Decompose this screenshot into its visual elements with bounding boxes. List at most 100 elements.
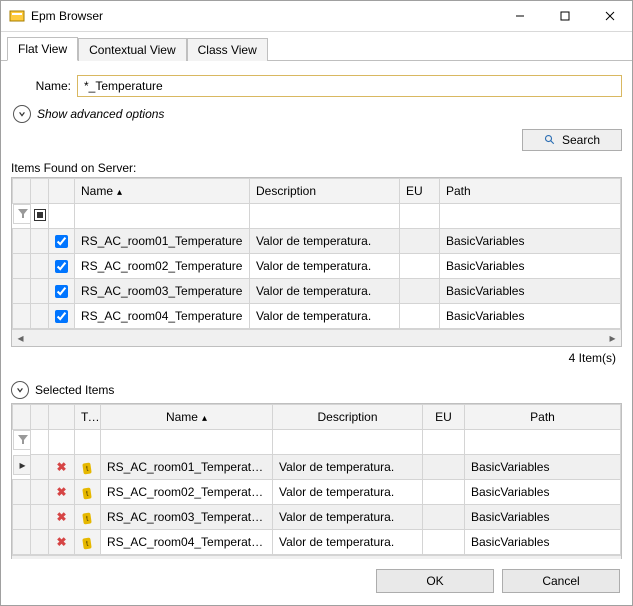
table-row[interactable]: RS_AC_room02_Temperature Valor de temper…	[13, 254, 621, 279]
type-icon: t	[83, 487, 93, 499]
cell-path: BasicVariables	[440, 254, 621, 279]
delete-icon[interactable]: ✖	[56, 535, 66, 549]
delete-icon[interactable]: ✖	[56, 460, 66, 474]
current-row-indicator: ▸	[13, 455, 33, 475]
name-row: Name:	[11, 75, 622, 97]
search-row: Search	[11, 129, 622, 151]
cell-eu	[400, 304, 440, 329]
cell-desc: Valor de temperatura.	[273, 455, 423, 480]
row-checkbox[interactable]	[55, 310, 68, 323]
row-checkbox[interactable]	[55, 260, 68, 273]
table-row[interactable]: RS_AC_room03_Temperature Valor de temper…	[13, 279, 621, 304]
column-header-eu[interactable]: EU	[400, 179, 440, 204]
tabstrip: Flat View Contextual View Class View	[1, 32, 632, 61]
column-header-description[interactable]: Description	[273, 405, 423, 430]
cell-name: RS_AC_room01_Temperature	[75, 229, 250, 254]
advanced-options-toggle[interactable]: Show advanced options	[13, 105, 622, 123]
cancel-button[interactable]: Cancel	[502, 569, 620, 593]
column-header-path[interactable]: Path	[465, 405, 621, 430]
grid-corner	[13, 179, 31, 204]
filter-icon[interactable]	[13, 204, 33, 224]
cell-eu	[423, 530, 465, 555]
cell-desc: Valor de temperatura.	[273, 505, 423, 530]
selected-items-label: Selected Items	[35, 383, 114, 397]
checkbox-header[interactable]	[31, 204, 49, 229]
cell-name: RS_AC_room04_Temperature	[75, 304, 250, 329]
search-button[interactable]: Search	[522, 129, 622, 151]
column-header-type[interactable]: Type	[75, 405, 101, 430]
scroll-left-icon[interactable]: ◂	[12, 330, 29, 346]
cell-name: RS_AC_room03_Temperature	[75, 279, 250, 304]
name-label: Name:	[11, 79, 71, 93]
column-header-path[interactable]: Path	[440, 179, 621, 204]
column-header-eu[interactable]: EU	[423, 405, 465, 430]
search-button-label: Search	[562, 133, 600, 147]
cell-path: BasicVariables	[465, 530, 621, 555]
type-icon: t	[83, 537, 93, 549]
filter-row	[13, 204, 621, 229]
grid-corner	[13, 405, 31, 430]
cell-eu	[400, 254, 440, 279]
table-row[interactable]: ✖ t RS_AC_room04_Temperature Valor de te…	[13, 530, 621, 555]
cell-name: RS_AC_room04_Temperature	[101, 530, 273, 555]
cell-desc: Valor de temperatura.	[250, 229, 400, 254]
grid-corner	[49, 179, 75, 204]
chevron-down-icon	[13, 105, 31, 123]
type-icon: t	[83, 512, 93, 524]
filter-icon[interactable]	[13, 430, 33, 450]
name-input[interactable]	[77, 75, 622, 97]
cell-path: BasicVariables	[440, 229, 621, 254]
cell-path: BasicVariables	[465, 505, 621, 530]
advanced-options-label: Show advanced options	[37, 107, 164, 121]
row-checkbox[interactable]	[55, 235, 68, 248]
cell-eu	[423, 455, 465, 480]
cell-eu	[423, 480, 465, 505]
items-found-label: Items Found on Server:	[11, 161, 622, 175]
cell-desc: Valor de temperatura.	[250, 279, 400, 304]
app-icon	[9, 8, 25, 24]
table-row[interactable]: ✖ t RS_AC_room03_Temperature Valor de te…	[13, 505, 621, 530]
ok-button[interactable]: OK	[376, 569, 494, 593]
chevron-down-icon	[11, 381, 29, 399]
close-button[interactable]	[587, 2, 632, 31]
row-checkbox[interactable]	[55, 285, 68, 298]
table-row[interactable]: ▸ ✖ t RS_AC_room01_Temperature Valor de …	[13, 455, 621, 480]
delete-icon[interactable]: ✖	[56, 485, 66, 499]
dialog-buttons: OK Cancel	[1, 559, 632, 605]
cell-eu	[400, 229, 440, 254]
content-area: Name: Show advanced options Search Items…	[1, 61, 632, 559]
column-header-name[interactable]: Name	[75, 179, 250, 204]
cell-name: RS_AC_room03_Temperature	[101, 505, 273, 530]
tab-contextual-view[interactable]: Contextual View	[78, 38, 187, 61]
cell-path: BasicVariables	[440, 279, 621, 304]
window-title: Epm Browser	[31, 9, 497, 23]
selected-items-grid[interactable]: Type Name Description EU Path	[12, 404, 621, 555]
horizontal-scrollbar[interactable]: ◂ ▸	[12, 329, 621, 346]
table-row[interactable]: RS_AC_room04_Temperature Valor de temper…	[13, 304, 621, 329]
grid-corner	[31, 405, 49, 430]
grid-corner	[31, 179, 49, 204]
cell-desc: Valor de temperatura.	[273, 480, 423, 505]
maximize-button[interactable]	[542, 2, 587, 31]
type-icon: t	[83, 462, 93, 474]
cell-path: BasicVariables	[465, 480, 621, 505]
table-row[interactable]: RS_AC_room01_Temperature Valor de temper…	[13, 229, 621, 254]
selected-items-toggle[interactable]: Selected Items	[11, 381, 622, 399]
delete-icon[interactable]: ✖	[56, 510, 66, 524]
filter-row	[13, 430, 621, 455]
items-found-count: 4 Item(s)	[11, 347, 622, 371]
tab-flat-view[interactable]: Flat View	[7, 37, 78, 61]
cell-name: RS_AC_room01_Temperature	[101, 455, 273, 480]
tab-class-view[interactable]: Class View	[187, 38, 268, 61]
column-header-name[interactable]: Name	[101, 405, 273, 430]
cell-desc: Valor de temperatura.	[273, 530, 423, 555]
cell-eu	[400, 279, 440, 304]
titlebar: Epm Browser	[1, 1, 632, 32]
minimize-button[interactable]	[497, 2, 542, 31]
scroll-right-icon[interactable]: ▸	[604, 330, 621, 346]
cell-path: BasicVariables	[440, 304, 621, 329]
column-header-description[interactable]: Description	[250, 179, 400, 204]
search-icon	[544, 134, 556, 146]
table-row[interactable]: ✖ t RS_AC_room02_Temperature Valor de te…	[13, 480, 621, 505]
items-found-grid[interactable]: Name Description EU Path	[12, 178, 621, 329]
